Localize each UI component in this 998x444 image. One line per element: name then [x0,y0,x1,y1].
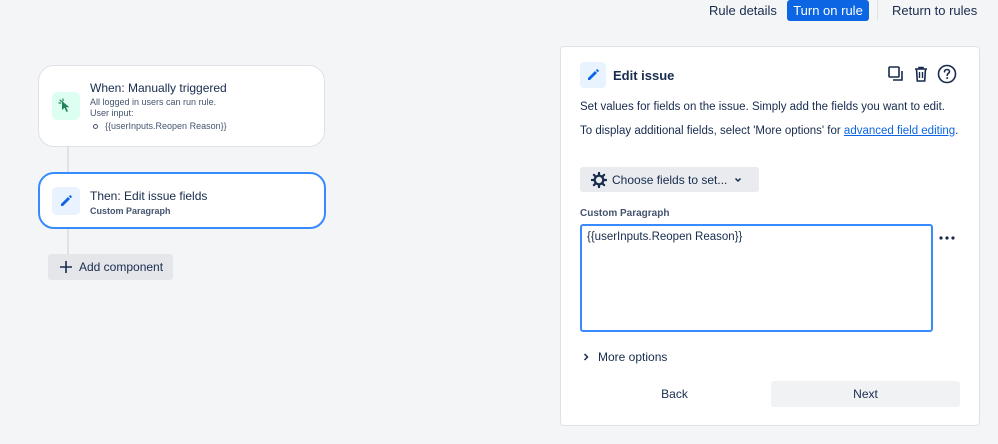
chevron-right-icon [582,352,590,362]
help-icon[interactable] [936,63,958,85]
return-to-rules-link[interactable]: Return to rules [884,0,985,21]
more-actions-icon[interactable] [936,231,958,245]
pencil-icon [580,62,606,88]
custom-paragraph-textarea[interactable]: {{userInputs.Reopen Reason}} [580,224,933,332]
connector-line [67,229,69,254]
trigger-line-1: All logged in users can run rule. [90,97,217,107]
user-input-item: {{userInputs.Reopen Reason}} [93,121,227,131]
choose-fields-button[interactable]: Choose fields to set... [580,167,759,192]
plus-icon [59,260,73,274]
advanced-field-editing-link[interactable]: advanced field editing [844,125,955,137]
trigger-title: When: Manually triggered [90,81,227,95]
user-input-label: {{userInputs.Reopen Reason}} [105,121,227,131]
gear-icon [591,171,607,188]
chevron-down-icon [733,175,743,185]
trigger-line-2: User input: [90,108,134,118]
more-options-toggle[interactable]: More options [582,350,667,364]
additional-suffix: . [955,125,959,137]
turn-on-rule-button[interactable]: Turn on rule [787,0,869,21]
add-component-label: Add component [79,260,164,274]
panel-title: Edit issue [613,68,675,83]
connector-line [67,147,69,172]
back-button[interactable]: Back [580,381,769,407]
copy-icon[interactable] [885,63,907,85]
additional-prefix: To display additional fields, select 'Mo… [580,125,844,137]
cursor-click-icon [52,92,80,120]
panel-additional-text: To display additional fields, select 'Mo… [580,123,965,139]
trigger-card[interactable]: When: Manually triggered All logged in u… [38,65,325,147]
panel-description: Set values for fields on the issue. Simp… [580,101,946,113]
custom-paragraph-label: Custom Paragraph [580,208,670,219]
next-button[interactable]: Next [771,381,960,407]
add-component-button[interactable]: Add component [48,254,173,280]
rule-details-link[interactable]: Rule details [701,0,785,21]
edit-issue-panel: Edit issue Set values for fields on the … [560,46,980,426]
more-options-label: More options [598,350,668,364]
pencil-icon [52,187,80,215]
action-card[interactable]: Then: Edit issue fields Custom Paragraph [38,172,326,229]
choose-fields-label: Choose fields to set... [612,172,728,187]
top-divider [877,0,878,20]
action-subtitle: Custom Paragraph [90,206,171,216]
action-title: Then: Edit issue fields [90,189,208,203]
bullet-icon [93,123,98,129]
trash-icon[interactable] [910,63,932,85]
